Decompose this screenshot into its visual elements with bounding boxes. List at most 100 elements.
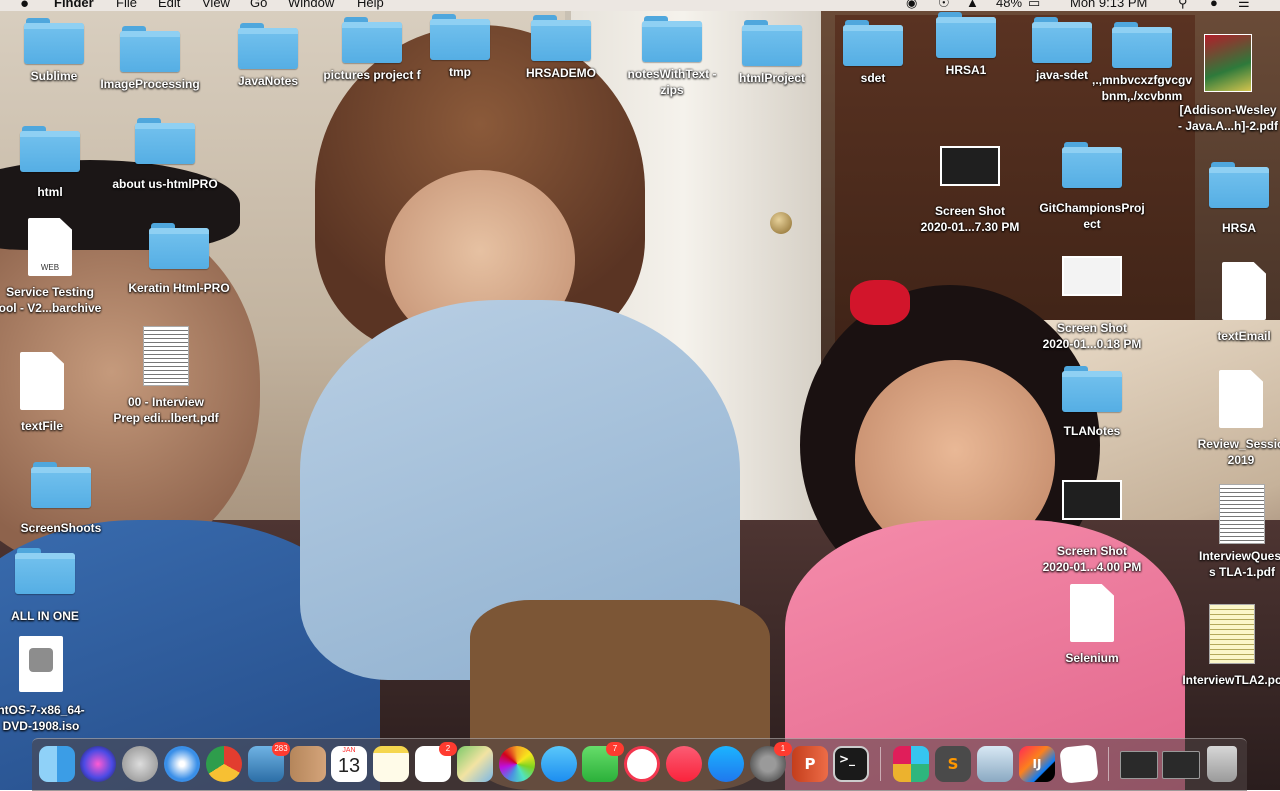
system-preferences-dock-icon[interactable]: 1 <box>750 742 792 782</box>
desktop-file-review-session-2019[interactable]: Review_Sessio 2019 <box>1181 370 1280 468</box>
intellij-glyph: IJ <box>1032 757 1042 771</box>
trash-dock-icon[interactable] <box>1207 746 1237 782</box>
wifi-icon[interactable]: ▲ <box>966 0 979 10</box>
menu-file[interactable]: File <box>116 0 137 10</box>
desktop-item-label: 00 - Interview Prep edi...lbert.pdf <box>113 395 219 425</box>
pdf-file-icon <box>1209 604 1255 664</box>
desktop-folder-gitchampionsproject[interactable]: GitChampionsProj ect <box>1032 142 1152 232</box>
bluetooth-icon[interactable]: ☉ <box>938 0 950 11</box>
desktop-item-label: GitChampionsProj ect <box>1039 201 1145 231</box>
user-avatar-icon[interactable]: ● <box>1210 0 1218 10</box>
desktop-folder-hrsademo[interactable]: HRSADEMO <box>501 15 621 81</box>
desktop-folder-html[interactable]: html <box>0 126 110 200</box>
text-file-icon <box>1219 370 1263 428</box>
safari-dock-icon[interactable] <box>164 746 200 782</box>
desktop-item-label: Screen Shot 2020-01...4.00 PM <box>1042 544 1142 574</box>
photos-dock-icon[interactable] <box>499 746 535 782</box>
calendar-dock-icon[interactable]: JAN 13 <box>331 746 367 782</box>
calendar-month: JAN <box>342 747 356 754</box>
desktop-folder-screenshoots[interactable]: ScreenShoots <box>1 462 121 536</box>
desktop-folder-hrsa[interactable]: HRSA <box>1179 162 1280 236</box>
preview-dock-icon[interactable] <box>977 746 1013 782</box>
desktop-file-interviewtla2-pdf[interactable]: InterviewTLA2.pc <box>1172 604 1280 688</box>
mail-dock-icon[interactable]: 283 <box>248 742 290 782</box>
textedit-dock-icon[interactable] <box>1059 744 1099 784</box>
desktop-file-textemail[interactable]: textEmail <box>1184 262 1280 344</box>
notes-dock-icon[interactable] <box>373 746 409 782</box>
siri-dock-icon[interactable] <box>80 746 116 782</box>
desktop-item-label: Selenium <box>1065 651 1119 665</box>
messages-dock-icon[interactable] <box>541 746 577 782</box>
menu-bar: ● Finder File Edit View Go Window Help ◉… <box>0 0 1280 12</box>
desktop-screenshot-0-18[interactable]: Screen Shot 2020-01...0.18 PM <box>1032 256 1152 352</box>
desktop-screenshot-4-00[interactable]: Screen Shot 2020-01...4.00 PM <box>1032 480 1152 575</box>
folder-icon <box>1209 162 1269 208</box>
book-cover-thumbnail <box>1204 34 1252 92</box>
desktop-folder-about-us-htmlpro[interactable]: about us-htmlPRO <box>105 118 225 192</box>
desktop-file-selenium[interactable]: Selenium <box>1032 584 1152 666</box>
desktop-item-label: ScreenShoots <box>20 521 102 535</box>
apple-menu-icon[interactable]: ● <box>20 0 29 12</box>
launchpad-dock-icon[interactable] <box>122 746 158 782</box>
desktop-folder-imageprocessing[interactable]: ImageProcessing <box>90 26 210 92</box>
reminders-dock-icon[interactable]: 2 <box>415 742 457 782</box>
menu-help[interactable]: Help <box>357 0 384 10</box>
menubar-clock[interactable]: Mon 9:13 PM <box>1070 0 1147 10</box>
desktop-item-label: ntOS-7-x86_64- DVD-1908.iso <box>0 703 85 733</box>
folder-icon <box>430 14 490 60</box>
text-file-icon <box>1222 262 1266 320</box>
desktop-item-label: textEmail <box>1217 329 1271 343</box>
folder-icon <box>936 12 996 58</box>
chrome-dock-icon[interactable] <box>206 746 242 782</box>
app-store-dock-icon[interactable] <box>708 746 744 782</box>
folder-icon <box>1112 22 1172 68</box>
desktop-folder-javanotes[interactable]: JavaNotes <box>208 23 328 89</box>
folder-icon <box>15 548 75 594</box>
desktop-screenshot-7-30[interactable]: Screen Shot 2020-01...7.30 PM <box>910 146 1030 235</box>
folder-icon <box>20 126 80 172</box>
desktop-file-interview-prep-pdf[interactable]: 00 - Interview Prep edi...lbert.pdf <box>106 326 226 426</box>
notification-center-icon[interactable]: ☰ <box>1238 0 1250 11</box>
intellij-dock-icon[interactable]: IJ <box>1019 746 1055 782</box>
minimized-window-dock-icon[interactable] <box>1162 751 1200 779</box>
desktop-folder-all-in-one[interactable]: ALL IN ONE <box>0 548 105 624</box>
facetime-dock-icon[interactable]: 7 <box>582 742 624 782</box>
minimized-window-dock-icon[interactable] <box>1120 751 1158 779</box>
desktop-file-interviewquests-tla1-pdf[interactable]: InterviewQuest s TLA-1.pdf <box>1182 484 1280 580</box>
desktop-item-label: Screen Shot 2020-01...0.18 PM <box>1042 321 1142 351</box>
contacts-dock-icon[interactable] <box>290 746 326 782</box>
dock-separator <box>1108 747 1109 781</box>
folder-icon <box>120 26 180 72</box>
news-dock-icon[interactable] <box>624 746 660 782</box>
desktop-file-textfile[interactable]: textFile <box>0 352 102 434</box>
desktop-item-label: HRSA <box>1221 221 1256 235</box>
desktop-item-label: about us-htmlPRO <box>112 177 218 191</box>
spotlight-search-icon[interactable]: ⚲ <box>1178 0 1188 11</box>
menu-finder[interactable]: Finder <box>54 0 94 10</box>
dock-separator <box>880 747 881 781</box>
desktop-folder-tlanotes[interactable]: TLANotes <box>1032 366 1152 439</box>
finder-dock-icon[interactable] <box>39 746 75 782</box>
desktop-item-label: textFile <box>20 419 63 433</box>
maps-dock-icon[interactable] <box>457 746 493 782</box>
desktop-file-addison-wesley-pdf[interactable]: [Addison-Wesley - Java.A...h]-2.pdf <box>1168 34 1280 134</box>
sublime-s-glyph: S <box>947 755 959 773</box>
battery-percent[interactable]: 48% <box>996 0 1022 10</box>
terminal-dock-icon[interactable]: >_ <box>833 746 869 782</box>
status-app-icon[interactable]: ◉ <box>906 0 917 11</box>
menu-view[interactable]: View <box>202 0 230 10</box>
desktop-folder-keratin-html-pro[interactable]: Keratin Html-PRO <box>119 223 239 296</box>
music-dock-icon[interactable] <box>666 746 702 782</box>
powerpoint-dock-icon[interactable]: P <box>792 746 828 782</box>
desktop-file-centos-iso[interactable]: ntOS-7-x86_64- DVD-1908.iso <box>0 636 101 734</box>
facetime-badge: 7 <box>606 742 624 756</box>
battery-icon[interactable]: ▭ <box>1028 0 1040 11</box>
sublime-text-dock-icon[interactable]: S <box>935 746 971 782</box>
slack-dock-icon[interactable] <box>893 746 929 782</box>
menu-edit[interactable]: Edit <box>158 0 180 10</box>
desktop-file-service-testing-webarchive[interactable]: WEB Service Testing ool - V2...barchive <box>0 218 110 316</box>
menu-window[interactable]: Window <box>288 0 334 10</box>
folder-icon <box>1062 142 1122 188</box>
menu-go[interactable]: Go <box>250 0 267 10</box>
powerpoint-glyph: P <box>804 755 816 773</box>
